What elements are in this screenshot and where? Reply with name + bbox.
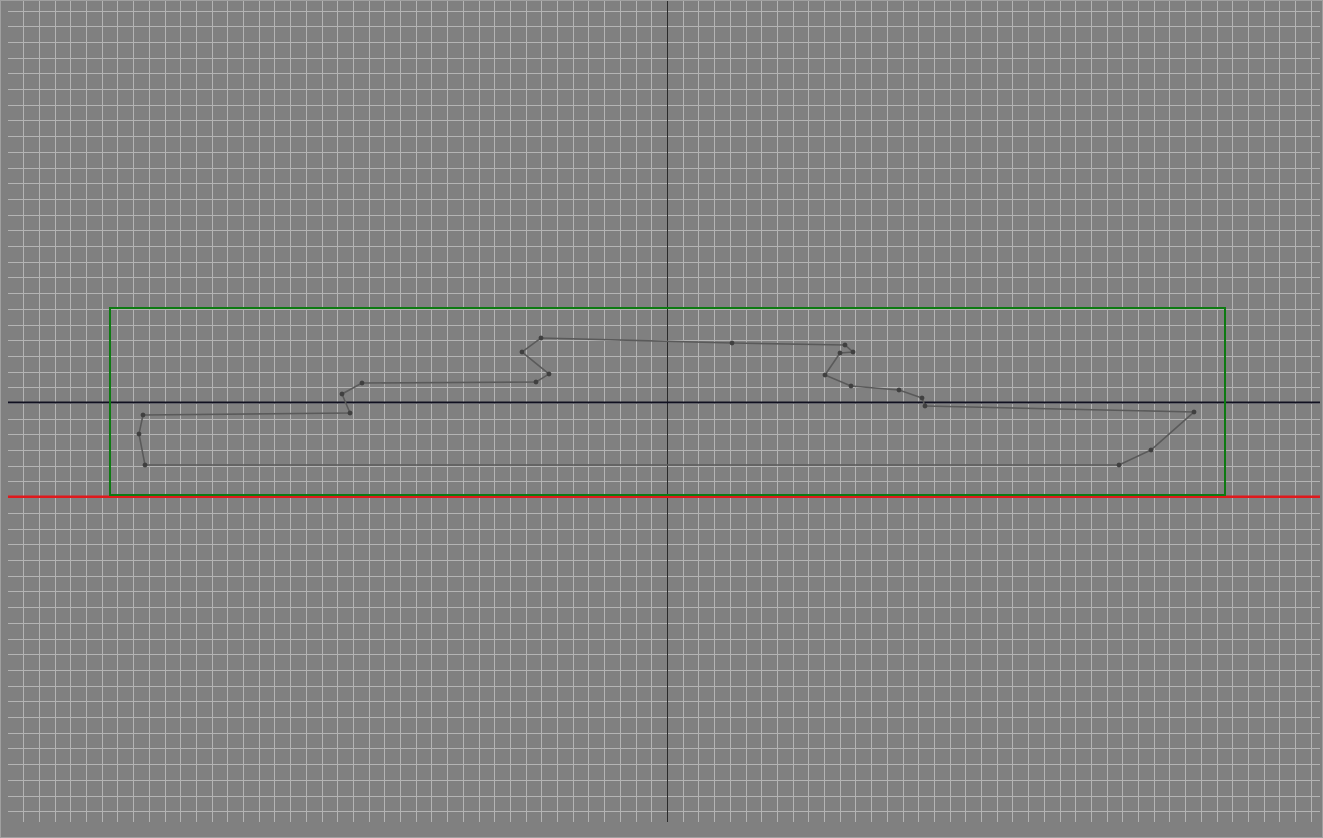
vertex-handle[interactable] [896, 387, 902, 393]
vertex-handle[interactable] [519, 349, 525, 355]
vertex-handle[interactable] [546, 371, 552, 377]
vertex-handle[interactable] [729, 340, 735, 346]
vertex-handle[interactable] [922, 403, 928, 409]
vertex-handle[interactable] [1191, 409, 1197, 415]
vertex-handle[interactable] [848, 383, 854, 389]
viewport-canvas[interactable] [0, 0, 1323, 838]
vertex-handle[interactable] [359, 380, 365, 386]
vertex-handle[interactable] [533, 379, 539, 385]
vertex-handle[interactable] [919, 395, 925, 401]
vertex-handle[interactable] [1116, 462, 1122, 468]
vertex-handle[interactable] [347, 410, 353, 416]
vertex-handle[interactable] [140, 412, 146, 418]
vertex-handle[interactable] [822, 372, 828, 378]
vertex-handle[interactable] [850, 349, 856, 355]
vertex-handle[interactable] [142, 462, 148, 468]
vertex-handle[interactable] [1148, 447, 1154, 453]
editor-viewport[interactable] [0, 0, 1323, 838]
vertex-handle[interactable] [339, 391, 345, 397]
vertex-handle[interactable] [837, 350, 843, 356]
vertex-handle[interactable] [842, 342, 848, 348]
vertex-handle[interactable] [538, 335, 544, 341]
vertex-handle[interactable] [136, 431, 142, 437]
